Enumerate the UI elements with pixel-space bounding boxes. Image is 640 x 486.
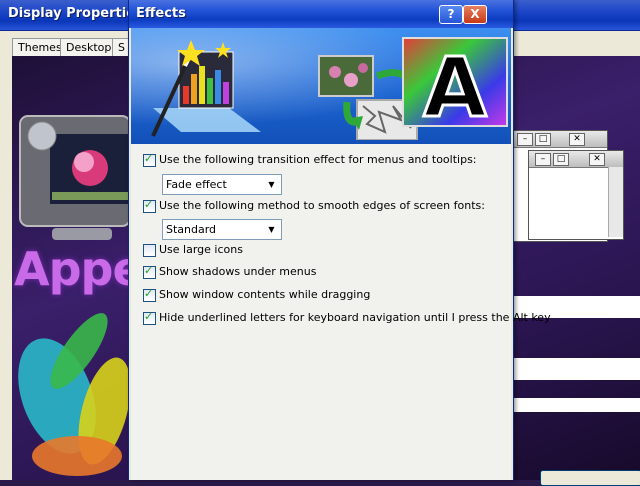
- smooth-fonts-select[interactable]: Standard ▼: [162, 219, 282, 240]
- preview-window-titlebar: – □ ✕: [529, 151, 623, 168]
- monitor-illustration: [19, 115, 131, 240]
- menu-shadows-checkbox[interactable]: [143, 264, 156, 279]
- effects-options: Use the following transition effect for …: [131, 144, 551, 480]
- preview-stripe: [512, 398, 640, 412]
- transition-effect-select[interactable]: Fade effect ▼: [162, 174, 282, 195]
- menu-shadows-label: Show shadows under menus: [159, 265, 317, 278]
- help-button[interactable]: ?: [439, 5, 463, 24]
- paint-splash-orange: [32, 436, 122, 476]
- preview-scrollbar: [608, 167, 623, 237]
- effects-banner: A: [131, 28, 511, 144]
- transition-effect-label: Use the following transition effect for …: [159, 153, 477, 166]
- transition-effect-value: Fade effect: [166, 178, 227, 191]
- chevron-down-icon[interactable]: ▼: [264, 222, 279, 237]
- maximize-icon: □: [553, 153, 569, 166]
- minimize-icon: –: [517, 133, 533, 146]
- close-icon: ✕: [569, 133, 585, 146]
- smooth-fonts-checkbox[interactable]: [143, 198, 156, 213]
- close-icon: ✕: [589, 153, 605, 166]
- apply-button[interactable]: [540, 470, 640, 486]
- display-properties-title: Display Properties: [8, 6, 143, 21]
- maximize-icon: □: [535, 133, 551, 146]
- hide-underlines-label: Hide underlined letters for keyboard nav…: [159, 311, 551, 324]
- transition-effect-checkbox[interactable]: [143, 152, 156, 167]
- effects-titlebar[interactable]: Effects ? X: [129, 0, 513, 28]
- effects-title: Effects: [136, 6, 186, 21]
- drag-contents-label: Show window contents while dragging: [159, 288, 371, 301]
- large-icons-checkbox[interactable]: [143, 244, 156, 257]
- tab-desktop[interactable]: Desktop: [60, 38, 118, 57]
- chevron-down-icon[interactable]: ▼: [264, 177, 279, 192]
- close-button[interactable]: X: [463, 5, 487, 24]
- magic-wand-icon: [151, 40, 261, 137]
- effects-dialog: Effects ? X A ✓ Use the following transi…: [128, 0, 551, 480]
- large-icons-label: Use large icons: [159, 243, 243, 256]
- smooth-fonts-label: Use the following method to smooth edges…: [159, 199, 485, 212]
- minimize-icon: –: [535, 153, 551, 166]
- smooth-fonts-value: Standard: [166, 223, 217, 236]
- drag-contents-checkbox[interactable]: [143, 287, 156, 302]
- font-smoothing-icon: A: [318, 37, 508, 140]
- banner-letter: A: [423, 41, 487, 136]
- hide-underlines-checkbox[interactable]: [143, 310, 156, 325]
- preview-window-titlebar: – □ ✕: [513, 131, 607, 148]
- preview-window-front: – □ ✕: [528, 150, 624, 240]
- preview-stripe: [512, 358, 640, 380]
